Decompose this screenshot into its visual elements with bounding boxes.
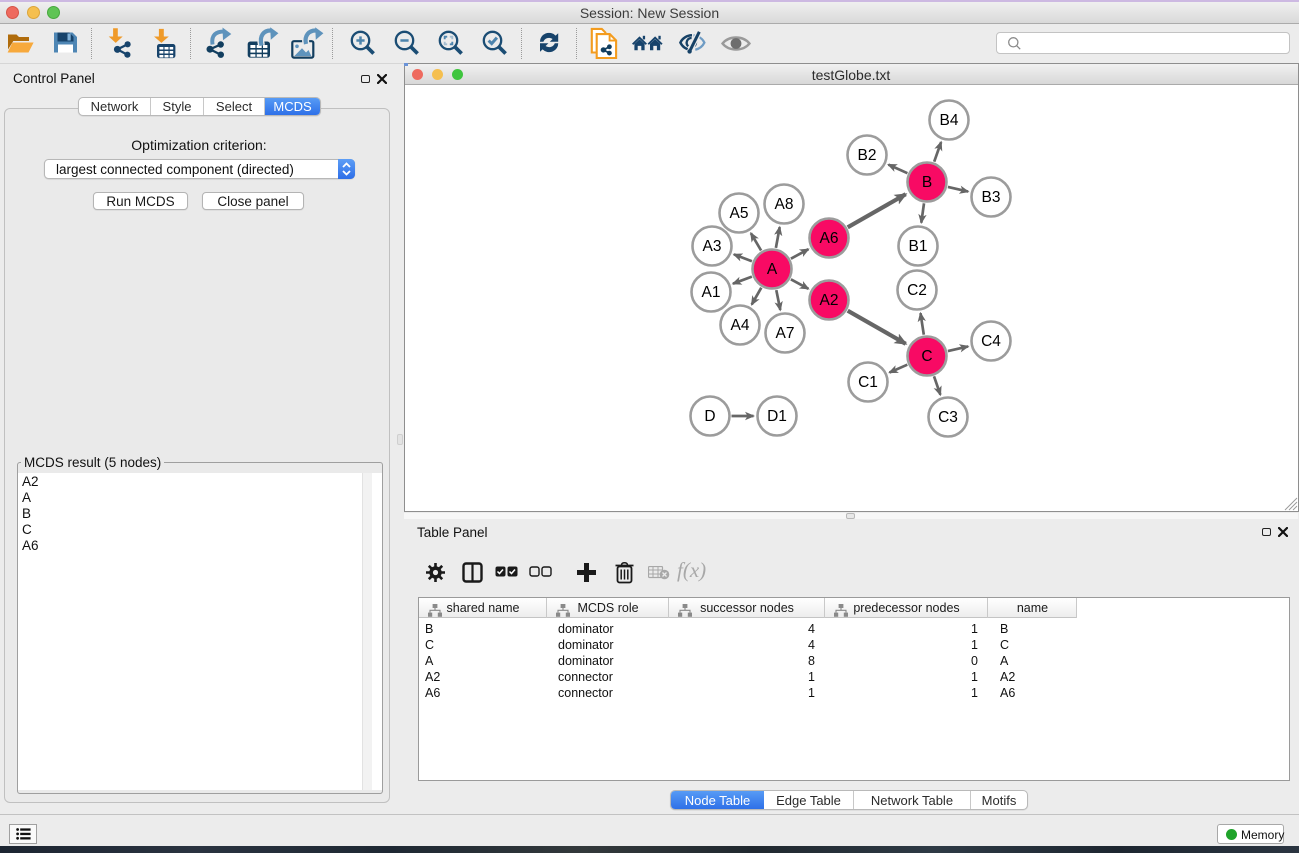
svg-text:A2: A2 (820, 292, 839, 309)
svg-text:C3: C3 (938, 409, 958, 426)
svg-text:A4: A4 (731, 317, 750, 334)
svg-text:C: C (921, 348, 932, 365)
svg-text:B: B (922, 174, 932, 191)
svg-text:B4: B4 (940, 112, 959, 129)
svg-text:B3: B3 (982, 189, 1001, 206)
svg-text:A6: A6 (820, 230, 839, 247)
svg-text:D: D (704, 408, 715, 425)
svg-text:A7: A7 (776, 325, 795, 342)
svg-text:A: A (767, 261, 778, 278)
svg-text:C1: C1 (858, 374, 878, 391)
svg-text:D1: D1 (767, 408, 787, 425)
svg-text:C4: C4 (981, 333, 1001, 350)
svg-text:A1: A1 (702, 284, 721, 301)
svg-text:A5: A5 (730, 205, 749, 222)
svg-text:C2: C2 (907, 282, 927, 299)
svg-text:A3: A3 (703, 238, 722, 255)
svg-text:B1: B1 (909, 238, 928, 255)
svg-text:B2: B2 (858, 147, 877, 164)
svg-text:A8: A8 (775, 196, 794, 213)
